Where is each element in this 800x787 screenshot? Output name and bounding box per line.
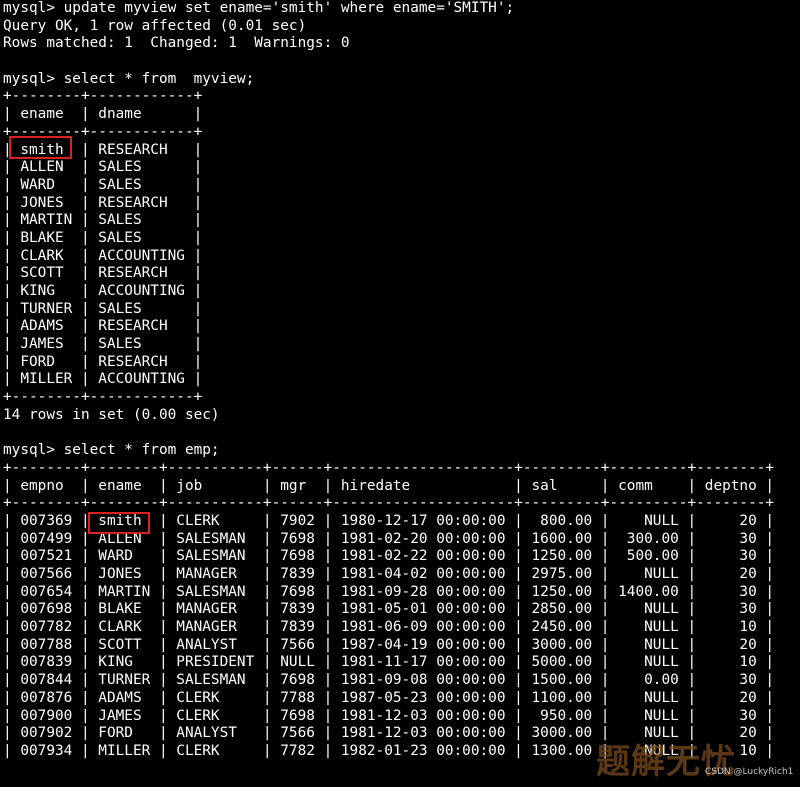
terminal-line: | SCOTT | RESEARCH | bbox=[3, 265, 203, 282]
terminal-line: | 007900 | JAMES | CLERK | 7698 | 1981-1… bbox=[3, 707, 775, 724]
terminal-line: Query OK, 1 row affected (0.01 sec) bbox=[3, 17, 307, 34]
terminal-line: | JONES | RESEARCH | bbox=[3, 194, 203, 211]
terminal-line: | 007499 | ALLEN | SALESMAN | 7698 | 198… bbox=[3, 530, 775, 547]
terminal-output[interactable]: mysql> update myview set ename='smith' w… bbox=[3, 0, 800, 787]
terminal-line: | 007369 | smith | CLERK | 7902 | 1980-1… bbox=[3, 512, 775, 529]
terminal-line: | 007654 | MARTIN | SALESMAN | 7698 | 19… bbox=[3, 583, 775, 600]
terminal-line: | WARD | SALES | bbox=[3, 176, 203, 193]
terminal-line: +--------+------------+ bbox=[3, 88, 203, 105]
terminal-line: mysql> select * from emp; bbox=[3, 442, 220, 459]
terminal-line: | ADAMS | RESEARCH | bbox=[3, 318, 203, 335]
terminal-line: | JAMES | SALES | bbox=[3, 336, 203, 353]
terminal-line: | 007876 | ADAMS | CLERK | 7788 | 1987-0… bbox=[3, 689, 775, 706]
terminal-line: | FORD | RESEARCH | bbox=[3, 353, 203, 370]
terminal-line: | smith | RESEARCH | bbox=[3, 141, 203, 158]
terminal-line: | KING | ACCOUNTING | bbox=[3, 283, 203, 299]
terminal-line: | TURNER | SALES | bbox=[3, 300, 203, 317]
terminal-line: | ALLEN | SALES | bbox=[3, 159, 203, 176]
terminal-line: | 007521 | WARD | SALESMAN | 7698 | 1981… bbox=[3, 548, 775, 565]
terminal-line: | MILLER | ACCOUNTING | bbox=[3, 371, 203, 388]
terminal-line: | 007844 | TURNER | SALESMAN | 7698 | 19… bbox=[3, 672, 775, 689]
watermark-credit: CSDN @LuckyRich1 bbox=[705, 767, 794, 777]
terminal-line: +--------+--------+-----------+------+--… bbox=[3, 459, 775, 476]
terminal-line: | empno | ename | job | mgr | hiredate |… bbox=[3, 477, 775, 494]
terminal-line: | BLAKE | SALES | bbox=[3, 229, 203, 246]
terminal-line: +--------+------------+ bbox=[3, 389, 203, 406]
terminal-line: | MARTIN | SALES | bbox=[3, 212, 203, 229]
terminal-line: | CLARK | ACCOUNTING | bbox=[3, 247, 203, 264]
terminal-line: | 007788 | SCOTT | ANALYST | 7566 | 1987… bbox=[3, 636, 775, 653]
terminal-line: | 007782 | CLARK | MANAGER | 7839 | 1981… bbox=[3, 619, 775, 636]
terminal-line: | 007566 | JONES | MANAGER | 7839 | 1981… bbox=[3, 566, 775, 582]
terminal-line: +--------+--------+-----------+------+--… bbox=[3, 495, 775, 512]
terminal-line: | ename | dname | bbox=[3, 106, 203, 123]
terminal-line: | 007698 | BLAKE | MANAGER | 7839 | 1981… bbox=[3, 601, 775, 618]
terminal-line: | 007839 | KING | PRESIDENT | NULL | 198… bbox=[3, 654, 775, 671]
terminal-line: mysql> update myview set ename='smith' w… bbox=[3, 0, 515, 16]
terminal-line: 14 rows in set (0.00 sec) bbox=[3, 406, 220, 423]
terminal-line: mysql> select * from myview; bbox=[3, 70, 255, 87]
terminal-line: +--------+------------+ bbox=[3, 123, 203, 140]
terminal-line: Rows matched: 1 Changed: 1 Warnings: 0 bbox=[3, 35, 350, 52]
